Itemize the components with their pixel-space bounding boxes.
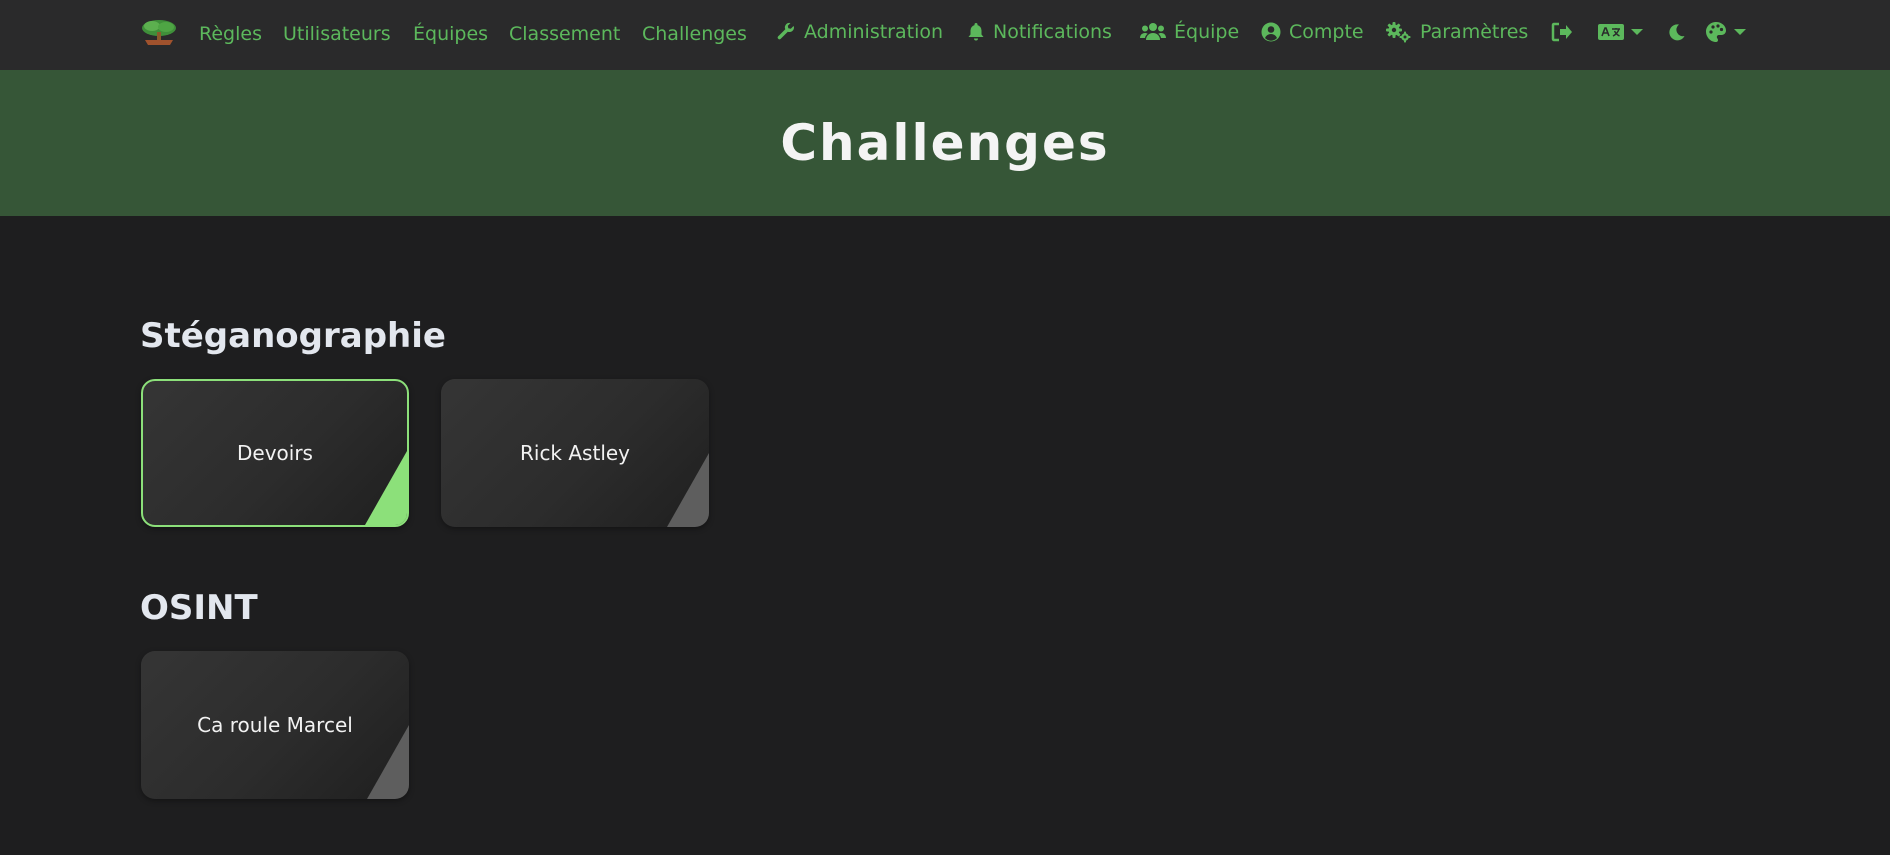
logo-bonsai-icon[interactable] xyxy=(139,0,179,64)
nav-link-label: Paramètres xyxy=(1420,21,1529,43)
nav-link-compte[interactable]: Compte xyxy=(1261,0,1364,64)
nav-link-label: Équipe xyxy=(1174,21,1240,43)
nav-link-label: Équipes xyxy=(413,23,489,45)
challenge-card[interactable]: Devoirs xyxy=(141,379,409,527)
bell-icon xyxy=(967,22,985,42)
nav-link-notifications[interactable]: Notifications xyxy=(967,0,1112,64)
moon-icon xyxy=(1668,23,1686,41)
page-header: Challenges xyxy=(0,70,1890,216)
nav-link-label: Administration xyxy=(804,21,944,43)
nav-link-label: Compte xyxy=(1289,21,1364,43)
page-title: Challenges xyxy=(780,114,1110,172)
challenge-name: Ca roule Marcel xyxy=(197,713,353,737)
sign-out-icon xyxy=(1551,22,1573,42)
nav-link-equipe[interactable]: Équipe xyxy=(1140,0,1239,64)
unsolved-indicator xyxy=(367,725,409,799)
language-dropdown[interactable] xyxy=(1598,0,1643,64)
nav-link-utilisateurs[interactable]: Utilisateurs xyxy=(283,2,391,66)
nav-link-label: Challenges xyxy=(642,23,747,45)
nav-link-label: Classement xyxy=(509,23,621,45)
nav-link-classement[interactable]: Classement xyxy=(509,2,620,66)
challenge-card[interactable]: Rick Astley xyxy=(441,379,709,527)
challenge-name: Rick Astley xyxy=(519,441,631,465)
nav-link-label: Utilisateurs xyxy=(283,23,391,45)
challenge-name: Devoirs xyxy=(237,441,313,465)
language-icon xyxy=(1598,23,1624,41)
navbar: Règles Utilisateurs Équipes Classement C… xyxy=(0,0,1890,70)
chevron-down-icon xyxy=(1631,29,1643,35)
palette-icon xyxy=(1705,21,1727,43)
nav-link-equipes[interactable]: Équipes xyxy=(413,2,488,66)
challenge-card[interactable]: Ca roule Marcel xyxy=(141,651,409,799)
logout-button[interactable] xyxy=(1551,0,1573,64)
user-circle-icon xyxy=(1261,22,1281,42)
theme-dropdown[interactable] xyxy=(1705,0,1746,64)
unsolved-indicator xyxy=(667,453,709,527)
chevron-down-icon xyxy=(1734,29,1746,35)
nav-link-label: Notifications xyxy=(993,21,1112,43)
dark-mode-toggle[interactable] xyxy=(1668,0,1686,64)
solved-indicator xyxy=(365,451,407,525)
wrench-icon xyxy=(776,22,796,42)
nav-link-regles[interactable]: Règles xyxy=(199,2,262,66)
category-title: Stéganographie xyxy=(140,316,446,356)
gears-icon xyxy=(1386,21,1412,43)
nav-link-parametres[interactable]: Paramètres xyxy=(1386,0,1528,64)
nav-link-challenges[interactable]: Challenges xyxy=(642,2,747,66)
users-icon xyxy=(1140,22,1166,42)
category-title: OSINT xyxy=(140,588,258,628)
nav-link-administration[interactable]: Administration xyxy=(776,0,943,64)
nav-link-label: Règles xyxy=(199,23,262,45)
